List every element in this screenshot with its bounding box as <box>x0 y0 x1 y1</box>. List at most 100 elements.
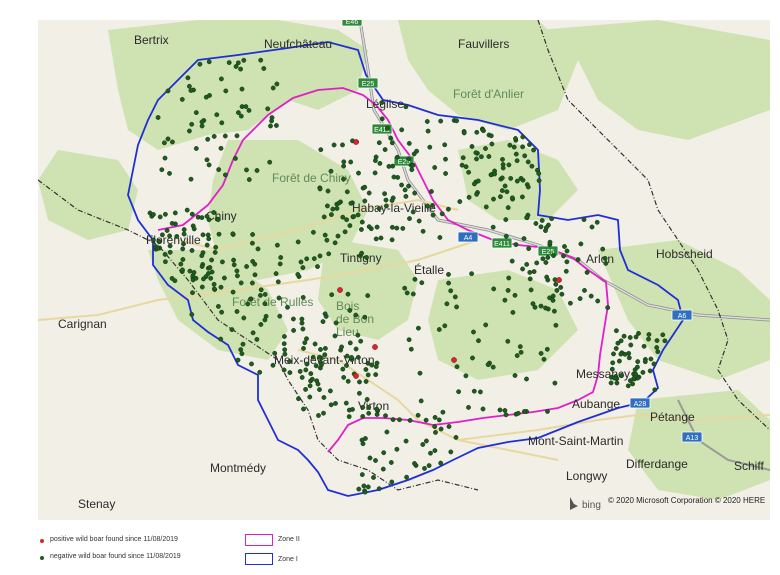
negative-boar-marker <box>388 135 394 141</box>
svg-text:E411: E411 <box>494 241 510 248</box>
negative-boar-marker <box>304 336 309 342</box>
negative-boar-marker <box>348 200 354 206</box>
negative-boar-marker <box>167 233 173 239</box>
negative-boar-marker <box>438 426 444 432</box>
negative-boar-marker <box>538 224 544 230</box>
negative-boar-marker <box>520 134 526 140</box>
negative-boar-marker <box>406 337 412 343</box>
negative-boar-marker <box>255 246 261 252</box>
negative-boar-marker <box>443 156 448 162</box>
negative-boar-marker <box>510 309 516 315</box>
negative-boar-marker <box>359 219 365 225</box>
negative-boar-marker <box>621 333 627 339</box>
negative-boar-marker <box>411 151 417 157</box>
negative-boar-marker <box>506 162 512 168</box>
negative-boar-marker <box>600 246 606 252</box>
negative-boar-marker <box>349 355 354 360</box>
negative-boar-marker <box>199 119 205 125</box>
negative-boar-marker <box>274 81 280 87</box>
negative-boar-marker <box>229 327 235 332</box>
negative-boar-marker <box>564 259 570 265</box>
negative-boar-marker <box>561 253 566 259</box>
negative-boar-marker <box>186 128 192 134</box>
negative-boar-marker <box>216 231 222 237</box>
negative-boar-marker <box>418 398 424 404</box>
negative-boar-marker <box>543 225 549 231</box>
negative-boar-marker <box>234 273 240 279</box>
negative-boar-marker <box>226 60 232 65</box>
negative-boar-marker <box>475 178 481 184</box>
negative-boar-marker <box>211 281 217 287</box>
negative-boar-marker <box>282 347 288 353</box>
zone-2-swatch <box>245 534 273 546</box>
negative-boar-marker <box>524 376 529 382</box>
negative-boar-marker <box>442 323 448 329</box>
negative-boar-marker <box>575 257 581 263</box>
negative-boar-marker <box>300 294 306 300</box>
negative-boar-marker <box>328 402 334 408</box>
negative-legend-label: negative wild boar found since 11/08/201… <box>50 553 181 560</box>
negative-boar-marker <box>412 461 417 466</box>
negative-boar-marker <box>238 347 244 352</box>
negative-boar-marker <box>527 269 533 275</box>
negative-boar-marker <box>342 229 348 235</box>
negative-boar-marker <box>341 374 347 380</box>
negative-boar-marker <box>628 378 633 383</box>
negative-boar-marker <box>513 136 518 141</box>
svg-text:A28: A28 <box>634 401 647 408</box>
negative-boar-marker <box>188 88 194 93</box>
negative-boar-marker <box>341 176 346 182</box>
negative-boar-marker <box>425 128 431 134</box>
negative-boar-marker <box>290 316 296 322</box>
negative-boar-marker <box>199 215 205 221</box>
negative-boar-marker <box>530 301 536 307</box>
negative-boar-marker <box>187 268 193 274</box>
place-label-differdange: Differdange <box>626 457 688 471</box>
map-canvas[interactable]: E46E25E411E25A4E411E25A6A13A28 Bertrix Ne… <box>38 20 770 520</box>
negative-boar-marker <box>625 383 631 389</box>
negative-boar-marker <box>270 85 276 91</box>
place-label-stenay: Stenay <box>78 497 115 511</box>
negative-boar-marker <box>252 272 258 278</box>
negative-boar-marker <box>559 291 565 297</box>
negative-boar-marker <box>358 338 364 344</box>
negative-boar-marker <box>514 178 520 184</box>
negative-boar-marker <box>415 325 421 331</box>
negative-boar-marker <box>211 210 217 215</box>
negative-boar-marker <box>356 486 362 492</box>
negative-boar-marker <box>617 358 622 364</box>
map-area[interactable]: E46 E25 E411 E25 A4 E411 E25 A6 A13 A28 Bertrix Ne… <box>38 20 770 520</box>
negative-boar-marker <box>363 367 369 372</box>
negative-boar-marker <box>325 188 331 194</box>
negative-boar-marker <box>397 417 402 423</box>
negative-boar-marker <box>244 167 249 173</box>
negative-boar-marker <box>646 336 651 342</box>
negative-boar-marker <box>317 354 322 360</box>
negative-boar-marker <box>406 141 412 146</box>
negative-boar-marker <box>582 287 587 293</box>
negative-boar-marker <box>609 366 615 372</box>
negative-boar-marker <box>382 191 387 197</box>
negative-boar-marker <box>376 140 382 146</box>
negative-boar-marker <box>552 380 558 386</box>
negative-boar-marker <box>469 144 475 149</box>
negative-boar-marker <box>423 438 429 444</box>
negative-boar-marker <box>448 288 454 294</box>
negative-boar-marker <box>466 194 472 200</box>
negative-boar-marker <box>304 256 310 262</box>
negative-boar-marker <box>219 309 225 315</box>
negative-boar-marker <box>216 167 222 173</box>
negative-boar-marker <box>243 104 249 110</box>
negative-boar-marker <box>605 305 611 310</box>
negative-boar-marker <box>353 346 359 352</box>
negative-boar-marker <box>627 335 633 340</box>
negative-boar-marker <box>356 390 362 396</box>
negative-boar-marker <box>353 312 359 318</box>
negative-boar-marker <box>181 241 186 247</box>
negative-boar-marker <box>410 162 416 168</box>
negative-boar-marker <box>383 413 388 419</box>
negative-boar-marker <box>504 189 510 195</box>
negative-boar-marker <box>254 336 260 342</box>
negative-boar-marker <box>438 460 444 466</box>
negative-boar-marker <box>241 315 247 321</box>
